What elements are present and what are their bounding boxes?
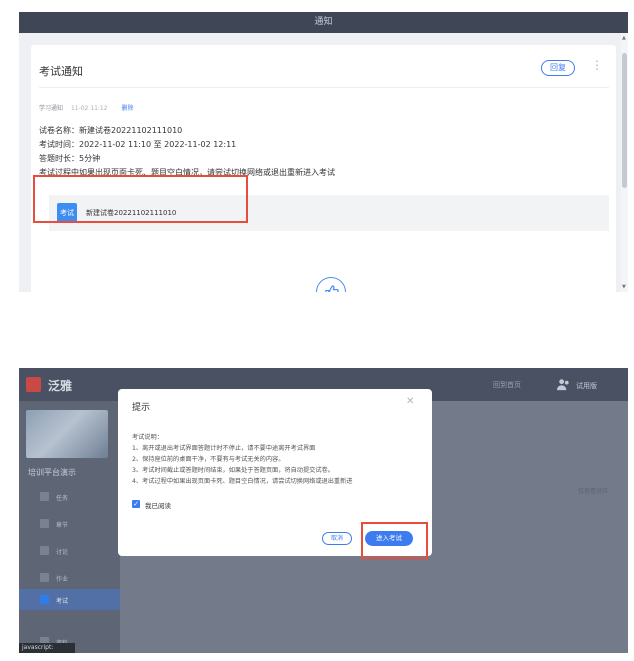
chapters-icon (40, 519, 49, 528)
notice-meta: 学习通知 11-02 11:12 删除 (39, 103, 134, 112)
course-cover-image (26, 410, 108, 458)
sidebar-item-chapters[interactable]: 章节 (19, 513, 120, 534)
user-name[interactable]: 试用版 (576, 381, 597, 391)
sidebar-item-discussion[interactable]: 讨论 (19, 540, 120, 561)
notice-time: 11-02 11:12 (70, 105, 108, 112)
exam-icon (40, 595, 49, 604)
logo-text: 泛雅 (48, 379, 73, 393)
tasks-icon (40, 492, 49, 501)
dialog-title: 提示 (132, 403, 151, 413)
read-checkbox-label[interactable]: 我已阅读 (145, 500, 171, 510)
exam-duration: 答题时长：5分钟 (39, 154, 101, 163)
sidebar-item-homework[interactable]: 作业 (19, 567, 120, 588)
delete-link[interactable]: 删除 (122, 105, 134, 112)
reply-button[interactable]: 回复 (541, 60, 575, 76)
main-right-text: 仅查看对应 (578, 488, 609, 495)
homework-icon (40, 573, 49, 582)
close-icon[interactable]: ✕ (406, 396, 414, 407)
scrollbar[interactable]: ▲ ▼ (621, 33, 628, 292)
dialog-rule-4: 4、考试过程中如果出现页面卡死、题目空白情况，请尝试切换网络或退出重新进 (132, 478, 353, 485)
home-link[interactable]: 回到首页 (493, 380, 521, 390)
notice-screenshot: 通知 考试通知 回复 ⋮ 学习通知 11-02 11:12 删除 试卷名称：新建… (19, 12, 628, 292)
sidebar: 培训平台演示 任务 章节 讨论 作业 考试 资料 (19, 401, 120, 653)
scroll-down-icon[interactable]: ▼ (622, 284, 626, 290)
read-checkbox[interactable]: ✓ (132, 500, 140, 508)
course-name: 培训平台演示 (28, 468, 76, 477)
user-icon[interactable] (557, 378, 570, 391)
sidebar-item-tasks[interactable]: 任务 (19, 486, 120, 507)
exam-time: 考试时间：2022-11-02 11:10 至 2022-11-02 12:11 (39, 140, 237, 149)
highlight-box-exam-link (33, 175, 248, 223)
notice-category: 学习通知 (39, 105, 64, 112)
dialog-rule-3: 3、考试时间截止或答题时间结束，如果处于答题页面，将自动提交试卷。 (132, 467, 334, 474)
more-options-icon[interactable]: ⋮ (591, 58, 603, 72)
thumbs-up-icon (325, 285, 339, 292)
status-bar: javascript: (19, 643, 75, 653)
dialog-rule-1: 1、离开或退出考试界面答题计时不停止，请不要中途离开考试界面 (132, 445, 316, 452)
highlight-box-enter-exam (361, 522, 428, 559)
sidebar-item-exam[interactable]: 考试 (19, 589, 120, 610)
divider (39, 87, 609, 88)
like-button[interactable] (316, 277, 346, 292)
discussion-icon (40, 546, 49, 555)
dialog-instructions-heading: 考试说明： (132, 434, 163, 441)
exam-dialog-screenshot: 泛雅 回到首页 试用版 培训平台演示 任务 章节 讨论 作业 考试 资料 仅查看… (19, 368, 628, 653)
scrollbar-thumb[interactable] (622, 53, 627, 188)
dialog-rule-2: 2、保持座位前的桌面干净，不要有与考试无关的内容。 (132, 456, 285, 463)
logo-icon (26, 377, 41, 392)
exam-paper-name: 试卷名称：新建试卷20221102111010 (39, 126, 183, 135)
card-title: 考试通知 (39, 65, 83, 78)
cancel-button[interactable]: 取消 (322, 532, 352, 545)
scroll-up-icon[interactable]: ▲ (622, 35, 626, 41)
window-title: 通知 (19, 12, 628, 33)
notice-card: 考试通知 回复 ⋮ 学习通知 11-02 11:12 删除 试卷名称：新建试卷2… (31, 45, 616, 292)
